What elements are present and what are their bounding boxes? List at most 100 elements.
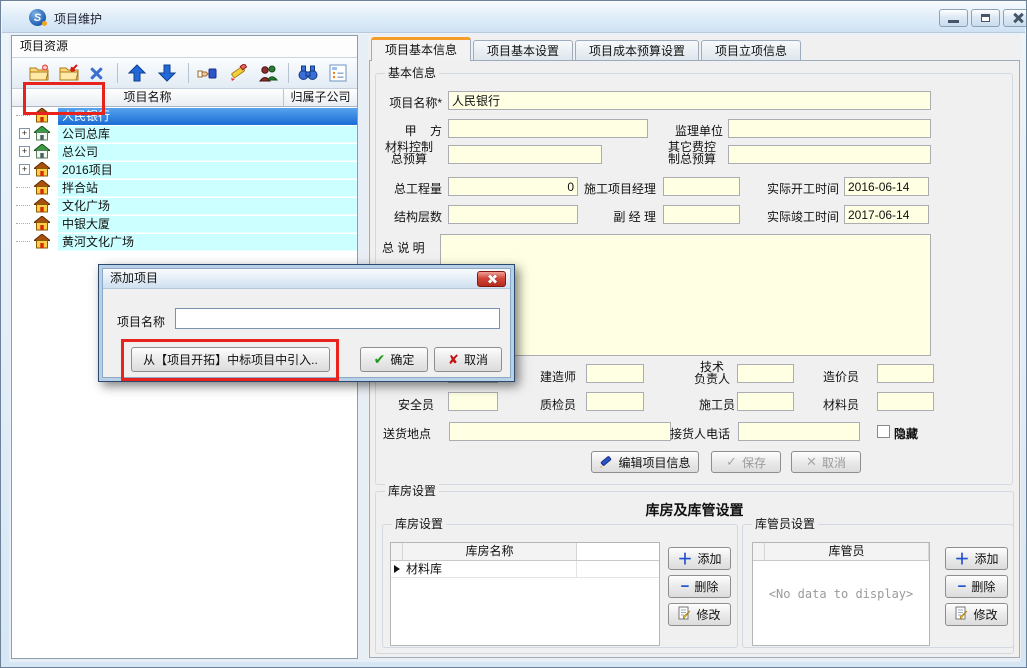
tree-item-label[interactable]: 人民银行 — [58, 108, 357, 125]
quality-inspector-field[interactable] — [586, 392, 644, 411]
material-clerk-field[interactable] — [877, 392, 934, 411]
window-title: 项目维护 — [54, 10, 102, 27]
cancel-button[interactable]: ✕ 取消 — [791, 451, 861, 473]
panel-caption: 项目资源 — [12, 36, 357, 58]
dialog-cancel-button[interactable]: ✘ 取消 — [434, 347, 502, 372]
move-down-icon[interactable] — [155, 61, 178, 85]
tree-expander-icon[interactable]: + — [19, 128, 30, 139]
tech-lead-field[interactable] — [737, 364, 794, 383]
tab-basic-info[interactable]: 项目基本信息 — [371, 37, 471, 61]
tree-item-label[interactable]: 文化广场 — [58, 198, 357, 215]
tree-item[interactable]: 中银大厦 — [12, 215, 357, 233]
house-icon — [34, 180, 50, 196]
total-quantity-label: 总工程量 — [380, 182, 442, 196]
construction-worker-label: 施工员 — [699, 398, 733, 412]
move-up-icon[interactable] — [125, 61, 148, 85]
close-button[interactable] — [1003, 9, 1027, 27]
tree-item[interactable]: + 总公司 — [12, 143, 357, 161]
tree-line — [16, 205, 30, 206]
keepers-table: 库管员 <No data to display> — [752, 542, 930, 646]
total-quantity-field[interactable] — [448, 177, 578, 196]
keepers-add-button[interactable]: ＋添加 — [945, 547, 1008, 570]
add-project-dialog: 添加项目 项目名称 从【项目开拓】中标项目中引入.. ✔ 确定 ✘ 取消 — [98, 264, 515, 382]
search-binoculars-icon[interactable] — [296, 61, 319, 85]
tree-item[interactable]: 拌合站 — [12, 179, 357, 197]
safety-officer-label: 安全员 — [374, 398, 434, 412]
rooms-table-row[interactable]: 材料库 — [391, 561, 659, 578]
tree-item-label[interactable]: 总公司 — [58, 144, 357, 161]
project-name-field[interactable] — [448, 91, 931, 110]
other-budget-field[interactable] — [728, 145, 931, 164]
tree-item[interactable]: + 2016项目 — [12, 161, 357, 179]
tree-item[interactable]: 人民银行 — [12, 107, 357, 125]
import-folder-icon[interactable] — [58, 61, 81, 85]
supervisor-field[interactable] — [728, 119, 931, 138]
rooms-add-button[interactable]: ＋添加 — [668, 547, 731, 570]
builder-field[interactable] — [586, 364, 644, 383]
tree-item[interactable]: 黄河文化广场 — [12, 233, 357, 251]
import-from-bid-button[interactable]: 从【项目开拓】中标项目中引入.. — [131, 347, 330, 372]
actual-finish-field[interactable] — [844, 205, 929, 224]
tree-expander-icon[interactable]: + — [19, 164, 30, 175]
column-settings-icon[interactable] — [327, 61, 350, 85]
floors-label: 结构层数 — [380, 210, 442, 224]
summary-label: 总 说 明 — [382, 241, 425, 255]
actual-start-field[interactable] — [844, 177, 929, 196]
room-name-cell[interactable]: 材料库 — [403, 561, 577, 577]
deputy-manager-field[interactable] — [663, 205, 740, 224]
tree-line — [16, 241, 30, 242]
safety-officer-field[interactable] — [448, 392, 498, 411]
tree-item-label[interactable]: 黄河文化广场 — [58, 234, 357, 251]
rooms-column-header[interactable]: 库房名称 — [403, 543, 577, 560]
tree-item-label[interactable]: 公司总库 — [58, 126, 357, 143]
check-icon: ✓ — [726, 454, 737, 470]
dialog-close-button[interactable] — [477, 271, 506, 287]
house-green-icon — [34, 126, 50, 142]
hide-checkbox[interactable] — [877, 425, 890, 438]
tree-item-label[interactable]: 2016项目 — [58, 162, 357, 179]
keepers-modify-button[interactable]: 修改 — [945, 603, 1008, 626]
party-a-field[interactable] — [448, 119, 648, 138]
new-folder-icon[interactable] — [28, 61, 51, 85]
rooms-modify-button[interactable]: 修改 — [668, 603, 731, 626]
house-icon — [34, 162, 50, 178]
tree-expander-icon[interactable]: + — [19, 146, 30, 157]
actual-start-label: 实际开工时间 — [764, 182, 839, 196]
plus-icon: ＋ — [677, 548, 692, 569]
toolbar-separator — [188, 63, 189, 83]
tab-cost-budget-settings[interactable]: 项目成本预算设置 — [575, 40, 699, 61]
edit-project-button[interactable]: 编辑项目信息 — [591, 451, 699, 473]
material-budget-field[interactable] — [448, 145, 602, 164]
column-header-project-name[interactable]: 项目名称 — [12, 89, 284, 106]
floors-field[interactable] — [448, 205, 578, 224]
receiver-phone-field[interactable] — [738, 422, 860, 441]
toolbar-separator — [117, 63, 118, 83]
tree-item[interactable]: + 公司总库 — [12, 125, 357, 143]
delivery-place-field[interactable] — [449, 422, 671, 441]
construction-worker-field[interactable] — [737, 392, 794, 411]
tree-line — [16, 187, 30, 188]
builder-label: 建造师 — [516, 370, 576, 384]
tree-item-label[interactable]: 中银大厦 — [58, 216, 357, 233]
tab-basic-settings[interactable]: 项目基本设置 — [473, 40, 573, 61]
column-header-subsidiary[interactable]: 归属子公司 — [284, 89, 357, 106]
dialog-project-name-input[interactable] — [175, 308, 500, 329]
tree-item-label[interactable]: 拌合站 — [58, 180, 357, 197]
save-button[interactable]: ✓ 保存 — [711, 451, 781, 473]
tab-approval-info[interactable]: 项目立项信息 — [701, 40, 801, 61]
minimize-button[interactable] — [939, 9, 968, 27]
tree-item[interactable]: 文化广场 — [12, 197, 357, 215]
assign-hand-icon[interactable] — [196, 61, 219, 85]
delete-icon[interactable] — [89, 61, 106, 85]
restore-button[interactable] — [971, 9, 1000, 27]
keepers-column-header[interactable]: 库管员 — [765, 543, 929, 560]
rooms-remove-button[interactable]: −删除 — [668, 575, 731, 598]
cost-estimator-field[interactable] — [877, 364, 934, 383]
dialog-ok-button[interactable]: ✔ 确定 — [360, 347, 428, 372]
keepers-remove-button[interactable]: −删除 — [945, 575, 1008, 598]
edit-pencil-icon[interactable] — [226, 61, 249, 85]
rooms-table: 库房名称 材料库 — [390, 542, 660, 646]
users-icon[interactable] — [256, 61, 279, 85]
site-pm-field[interactable] — [663, 177, 740, 196]
minus-icon: − — [681, 578, 690, 595]
